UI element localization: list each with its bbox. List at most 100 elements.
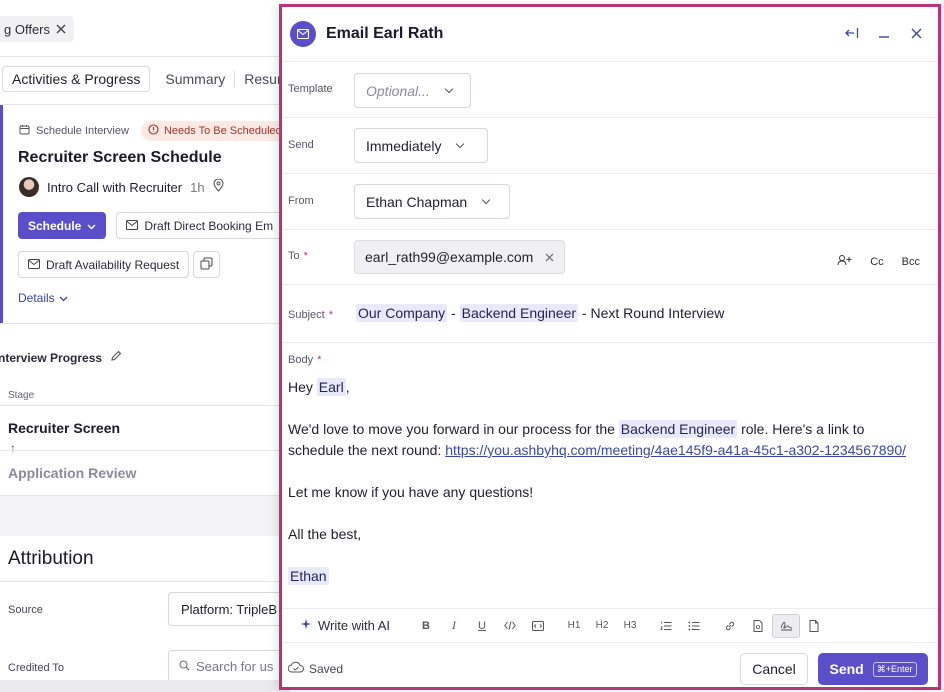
modal-footer: Saved Cancel Send ⌘+Enter xyxy=(282,642,938,690)
details-label: Details xyxy=(18,291,55,305)
copy-icon xyxy=(200,257,213,273)
link-icon[interactable] xyxy=(716,614,744,638)
details-link[interactable]: Details xyxy=(18,291,68,305)
subject-rest: - Next Round Interview xyxy=(578,305,725,321)
chevron-down-icon xyxy=(59,291,68,305)
chevron-down-icon xyxy=(481,195,491,204)
mail-icon xyxy=(126,219,139,233)
numbered-list-icon[interactable] xyxy=(652,614,680,638)
modal-header: Email Earl Rath xyxy=(282,7,938,62)
mail-icon xyxy=(28,258,40,272)
from-value: Ethan Chapman xyxy=(366,193,468,210)
send-button[interactable]: Send ⌘+Enter xyxy=(818,653,928,685)
heading-2-icon[interactable]: H2 xyxy=(588,614,616,638)
recipient-chip[interactable]: earl_rath99@example.com xyxy=(354,240,566,274)
send-row: Send Immediately xyxy=(282,118,938,174)
code-block-icon[interactable] xyxy=(524,614,552,638)
p1-prefix: We'd love to move you forward in our pro… xyxy=(288,421,619,437)
draft-direct-booking-button[interactable]: Draft Direct Booking Em xyxy=(116,212,284,239)
heading-1-icon[interactable]: H1 xyxy=(560,614,588,638)
activity-title: Recruiter Screen Schedule xyxy=(18,149,222,166)
horizontal-scrollbar[interactable] xyxy=(0,680,290,692)
greeting-prefix: Hey xyxy=(288,379,317,395)
name-token: Earl xyxy=(316,378,346,396)
avatar xyxy=(19,177,39,197)
keyboard-shortcut: ⌘+Enter xyxy=(872,661,917,677)
chevron-down-icon xyxy=(444,84,454,93)
attachment-doc-icon[interactable] xyxy=(744,614,772,638)
status-badge-label: Needs To Be Scheduled xyxy=(163,125,282,137)
divider xyxy=(0,581,290,582)
formatting-toolbar: Write with AI B I U H1 H2 H3 xyxy=(282,608,938,642)
activity-actions-2: Draft Availability Request xyxy=(18,251,221,278)
italic-icon[interactable]: I xyxy=(440,614,468,638)
heading-3-icon[interactable]: H3 xyxy=(616,614,644,638)
cc-button[interactable]: Cc xyxy=(870,256,883,268)
send-timing-value: Immediately xyxy=(366,137,442,154)
alert-icon xyxy=(148,124,159,138)
to-label: To * xyxy=(288,250,308,262)
copy-button[interactable] xyxy=(193,251,221,278)
subject-row: Subject * Our Company - Backend Engineer … xyxy=(282,285,938,343)
close-icon[interactable] xyxy=(56,22,66,37)
email-compose-modal: Email Earl Rath Template Optional... Sen… xyxy=(279,4,941,690)
send-timing-select[interactable]: Immediately xyxy=(354,128,488,163)
sparkle-icon xyxy=(300,618,312,633)
save-status: Saved xyxy=(287,661,343,676)
schedule-button[interactable]: Schedule xyxy=(18,212,107,239)
bulleted-list-icon[interactable] xyxy=(680,614,708,638)
subject-label: Subject * xyxy=(288,309,333,321)
underline-icon[interactable]: U xyxy=(468,614,496,638)
activity-meta: Schedule Interview Needs To Be Scheduled xyxy=(19,121,289,141)
subject-label-text: Subject xyxy=(288,309,325,321)
recipient-email: earl_rath99@example.com xyxy=(365,249,534,265)
draft-availability-label: Draft Availability Request xyxy=(46,257,180,272)
company-token: Our Company xyxy=(356,304,448,322)
collapse-left-icon[interactable] xyxy=(844,25,860,41)
draft-availability-button[interactable]: Draft Availability Request xyxy=(18,251,190,278)
to-label-text: To xyxy=(288,250,300,262)
filter-chip[interactable]: g Offers xyxy=(0,16,75,42)
write-with-ai-button[interactable]: Write with AI xyxy=(300,618,390,633)
write-with-ai-label: Write with AI xyxy=(318,618,391,633)
credited-to-label: Credited To xyxy=(8,662,65,674)
add-recipient-icon[interactable] xyxy=(837,254,852,269)
tab-summary[interactable]: Summary xyxy=(156,67,234,91)
body-paragraph-3: All the best, xyxy=(288,526,362,542)
activity-actions: Schedule Draft Direct Booking Em xyxy=(18,212,284,239)
subject-input[interactable]: Our Company - Backend Engineer - Next Ro… xyxy=(356,304,725,322)
meeting-link[interactable]: https://you.ashbyhq.com/meeting/4ae145f9… xyxy=(445,442,906,458)
pencil-icon[interactable] xyxy=(110,350,122,365)
email-body-editor[interactable]: Hey Earl, We'd love to move you forward … xyxy=(288,377,908,587)
cancel-button[interactable]: Cancel xyxy=(740,653,808,685)
divider xyxy=(0,56,290,57)
divider xyxy=(0,405,290,406)
chevron-down-icon xyxy=(456,139,465,148)
bcc-button[interactable]: Bcc xyxy=(902,256,920,268)
template-label: Template xyxy=(288,83,333,95)
tab-activities[interactable]: Activities & Progress xyxy=(2,66,151,92)
location-pin-icon xyxy=(213,178,224,195)
stage-current[interactable]: Recruiter Screen xyxy=(8,420,120,436)
credited-to-placeholder: Search for us xyxy=(196,658,274,674)
divider xyxy=(0,450,290,451)
document-icon[interactable] xyxy=(800,614,828,638)
signature-icon[interactable] xyxy=(772,613,801,638)
cloud-check-icon xyxy=(287,661,304,676)
stage-previous[interactable]: Application Review xyxy=(8,465,136,481)
bold-icon[interactable]: B xyxy=(412,614,440,638)
close-icon[interactable] xyxy=(545,249,554,265)
close-icon[interactable] xyxy=(908,25,924,41)
code-icon[interactable] xyxy=(496,614,524,638)
interview-name: Intro Call with Recruiter xyxy=(47,179,183,195)
attribution-title: Attribution xyxy=(8,548,94,569)
minimize-icon[interactable] xyxy=(876,25,892,41)
stage-column-header: Stage xyxy=(8,390,35,401)
greeting-line: Hey Earl, xyxy=(288,377,908,398)
greeting-suffix: , xyxy=(345,379,350,395)
interview-duration: 1h xyxy=(190,179,205,195)
activity-card: Schedule Interview Needs To Be Scheduled… xyxy=(0,105,290,323)
from-select[interactable]: Ethan Chapman xyxy=(354,184,510,219)
interview-progress-heading: nterview Progress xyxy=(0,350,122,365)
template-select[interactable]: Optional... xyxy=(354,73,471,108)
